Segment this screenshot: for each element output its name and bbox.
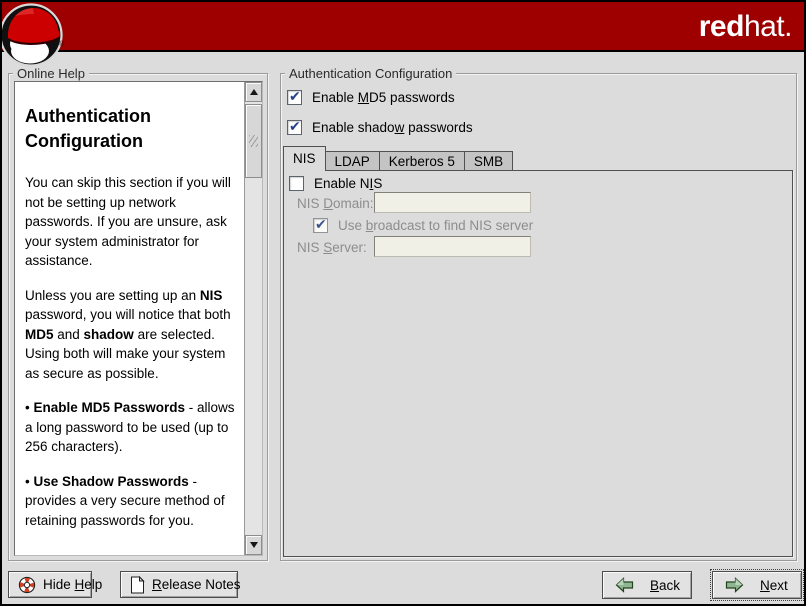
enable-shadow-checkbox-row[interactable]: Enable shadow passwords <box>287 120 473 135</box>
help-paragraph: You can skip this section if you will no… <box>25 173 240 271</box>
auth-config-panel: Authentication Configuration Enable MD5 … <box>280 73 797 561</box>
auth-config-frame-label: Authentication Configuration <box>285 66 456 81</box>
triangle-down-icon <box>250 542 258 548</box>
arrow-right-icon <box>725 577 744 593</box>
help-viewer: Authentication Configuration You can ski… <box>14 81 263 556</box>
help-paragraph: • Use Shadow Passwords - provides a very… <box>25 472 240 531</box>
nis-server-label: NIS Server: <box>297 240 367 255</box>
checkbox-shadow[interactable] <box>287 120 302 135</box>
enable-nis-label: Enable NIS <box>314 176 382 191</box>
document-icon <box>130 576 145 594</box>
banner: redhat. <box>2 2 804 52</box>
redhat-shadowman-icon: ® <box>2 2 66 70</box>
brand-hat: hat <box>744 10 784 43</box>
release-notes-button[interactable]: Release Notes <box>120 571 238 598</box>
nis-domain-input[interactable] <box>374 192 531 213</box>
tab-nis[interactable]: NIS <box>283 146 326 171</box>
use-broadcast-checkbox-row[interactable]: Use broadcast to find NIS server <box>313 218 533 233</box>
release-notes-label: Release Notes <box>152 577 241 592</box>
enable-nis-checkbox-row[interactable]: Enable NIS <box>289 176 382 191</box>
registered-mark: ® <box>59 40 65 48</box>
scroll-down-button[interactable] <box>245 535 262 555</box>
next-button[interactable]: Next <box>712 571 802 599</box>
redhat-wordmark: redhat. <box>699 10 792 44</box>
installer-window: redhat. ® Online Help Authentication Con… <box>0 0 806 606</box>
checkbox-md5[interactable] <box>287 90 302 105</box>
next-label: Next <box>760 578 788 593</box>
back-label: Back <box>650 578 680 593</box>
brand-red: red <box>699 10 744 43</box>
enable-md5-label: Enable MD5 passwords <box>312 90 455 105</box>
arrow-left-icon <box>615 577 634 593</box>
life-ring-icon <box>18 576 36 594</box>
checkbox-enable-nis[interactable] <box>289 176 304 191</box>
nis-domain-label: NIS Domain: <box>297 196 374 211</box>
enable-md5-checkbox-row[interactable]: Enable MD5 passwords <box>287 90 455 105</box>
enable-shadow-label: Enable shadow passwords <box>312 120 473 135</box>
hide-help-button[interactable]: Hide Help <box>8 571 92 598</box>
triangle-up-icon <box>250 89 258 95</box>
help-text: Authentication Configuration You can ski… <box>15 82 244 555</box>
help-paragraph: • Enable MD5 Passwords - allows a long p… <box>25 398 240 457</box>
scroll-up-button[interactable] <box>245 82 262 102</box>
help-paragraph: Unless you are setting up an NIS passwor… <box>25 286 240 384</box>
checkbox-use-broadcast[interactable] <box>313 218 328 233</box>
scrollbar-track[interactable] <box>245 102 262 535</box>
auth-tabs: NIS LDAP Kerberos 5 SMB <box>283 146 513 171</box>
help-scrollbar[interactable] <box>244 82 262 555</box>
tab-smb[interactable]: SMB <box>465 151 513 171</box>
online-help-panel: Online Help Authentication Configuration… <box>8 73 268 561</box>
brand-dot: . <box>784 10 792 43</box>
tab-kerberos5[interactable]: Kerberos 5 <box>380 151 465 171</box>
tab-ldap[interactable]: LDAP <box>326 151 380 171</box>
back-button[interactable]: Back <box>602 571 692 599</box>
nis-server-input[interactable] <box>374 236 531 257</box>
scrollbar-thumb[interactable] <box>245 104 262 178</box>
use-broadcast-label: Use broadcast to find NIS server <box>338 218 533 233</box>
hide-help-label: Hide Help <box>43 577 102 592</box>
help-title: Authentication Configuration <box>25 104 240 154</box>
nis-tab-panel: Enable NIS NIS Domain: Use broadcast to … <box>283 170 793 557</box>
